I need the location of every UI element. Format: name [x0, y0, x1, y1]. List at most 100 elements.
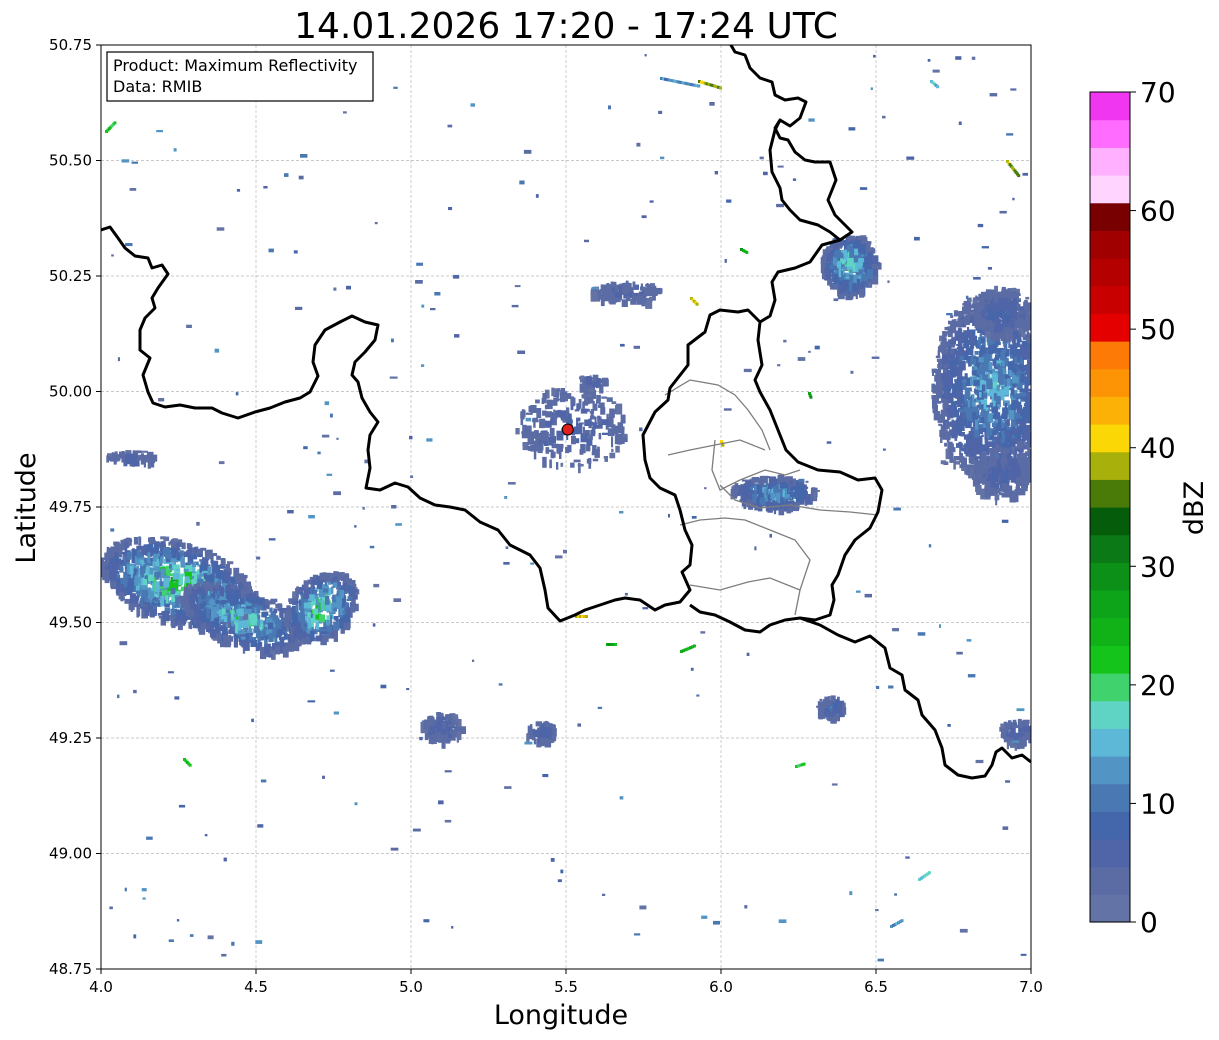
echo-pixel: [1001, 422, 1006, 427]
echo-pixel: [980, 412, 986, 417]
echo-pixel: [1043, 409, 1047, 417]
echo-pixel: [111, 571, 117, 582]
echo-pixel: [547, 733, 552, 739]
echo-pixel: [805, 480, 809, 483]
echo-pixel: [430, 717, 435, 727]
echo-pixel: [352, 589, 358, 593]
echo-pixel: [148, 591, 155, 597]
echo-pixel: [343, 577, 348, 583]
echo-pixel: [434, 736, 439, 742]
echo-pixel: [167, 551, 171, 560]
echo-pixel: [1032, 342, 1035, 347]
echo-pixel: [515, 428, 520, 435]
echo-pixel: [526, 733, 530, 742]
echo-pixel: [995, 325, 1002, 333]
echo-pixel: [228, 629, 235, 634]
echo-pixel: [224, 571, 231, 581]
echo-pixel: [206, 607, 209, 617]
echo-pixel: [295, 601, 299, 604]
echo-pixel: [824, 696, 828, 703]
echo-pixel: [261, 612, 267, 618]
echo-pixel: [965, 302, 972, 312]
echo-pixel: [328, 587, 332, 596]
echo-pixel: [1033, 350, 1040, 354]
echo-pixel: [1020, 373, 1024, 383]
echo-pixel: [171, 593, 175, 602]
echo-pixel: [1002, 479, 1007, 483]
echo-pixel: [959, 464, 963, 469]
echo-pixel: [567, 413, 572, 421]
echo-pixel: [1043, 388, 1048, 398]
plot-area: 4.0 4.5 5.0 5.5 6.0 6.5 7.0 48.7549.0049.2549.…: [11, 36, 1052, 1031]
echo-pixel: [582, 401, 585, 409]
echo-pixel: [124, 598, 131, 604]
echo-pixel: [163, 576, 170, 588]
echo-pixel: [1010, 388, 1015, 396]
echo-pixel: [813, 492, 816, 500]
echo-pixel: [598, 432, 602, 440]
echo-pixel: [1001, 447, 1008, 450]
echo-pixel: [574, 409, 580, 412]
echo-pixel: [984, 364, 987, 372]
echo-pixel: [577, 463, 584, 467]
echo-pixel: [1045, 415, 1050, 419]
echo-pixel: [346, 607, 352, 614]
echo-pixel: [322, 588, 329, 593]
echo-pixel: [966, 435, 971, 438]
echo-pixel: [1045, 373, 1048, 380]
echo-pixel: [1006, 418, 1010, 426]
echo-pixel: [295, 603, 299, 614]
echo-pixel: [201, 591, 205, 598]
echo-pixel: [1012, 732, 1015, 739]
echo-pixel: [215, 608, 219, 612]
echo-pixel: [1035, 392, 1038, 403]
echo-pixel: [966, 387, 971, 399]
echo-pixel: [180, 550, 184, 557]
echo-pixel: [116, 585, 119, 596]
echo-pixel: [187, 554, 194, 563]
echo-pixel: [172, 564, 180, 570]
echo-pixel: [138, 554, 144, 558]
echo-pixel: [824, 267, 830, 273]
echo-pixel: [250, 639, 258, 647]
echo-pixel: [1039, 366, 1042, 375]
echo-pixel: [826, 246, 830, 253]
echo-pixel: [1003, 736, 1010, 743]
echo-pixel: [1002, 298, 1009, 307]
echo-pixel: [1040, 407, 1047, 410]
echo-pixel: [191, 564, 197, 567]
echo-pixel: [178, 595, 186, 599]
echo-pixel: [187, 584, 193, 588]
echo-pixel: [191, 566, 196, 572]
echo-pixel: [1040, 369, 1044, 375]
echo-pixel: [240, 588, 246, 599]
echo-pixel: [657, 288, 663, 294]
echo-pixel: [957, 327, 962, 335]
echo-pixel: [1038, 408, 1043, 417]
echo-pixel: [274, 646, 280, 655]
echo-pixel: [592, 425, 599, 429]
echo-pixel: [810, 494, 813, 501]
echo-pixel: [956, 443, 963, 448]
echo-pixel: [1043, 429, 1049, 436]
echo-pixel: [935, 355, 941, 359]
echo-pixel: [533, 440, 540, 449]
echo-pixel: [792, 478, 796, 487]
echo-pixel: [1045, 376, 1052, 380]
echo-pixel: [299, 600, 302, 606]
echo-pixel: [1040, 382, 1044, 390]
echo-pixel: [582, 426, 585, 437]
echo-pixel: [169, 568, 173, 571]
echo-pixel: [111, 561, 119, 571]
echo-pixel: [1014, 364, 1017, 375]
echo-pixel: [1024, 417, 1029, 423]
echo-pixel: [983, 445, 988, 449]
echo-pixel: [980, 424, 983, 429]
echo-pixel: [604, 456, 608, 462]
echo-pixel: [622, 433, 627, 437]
echo-pixel: [1010, 477, 1016, 483]
echo-pixel: [528, 405, 535, 412]
echo-pixel: [123, 552, 126, 555]
echo-pixel: [160, 536, 166, 540]
echo-pixel: [994, 485, 998, 489]
